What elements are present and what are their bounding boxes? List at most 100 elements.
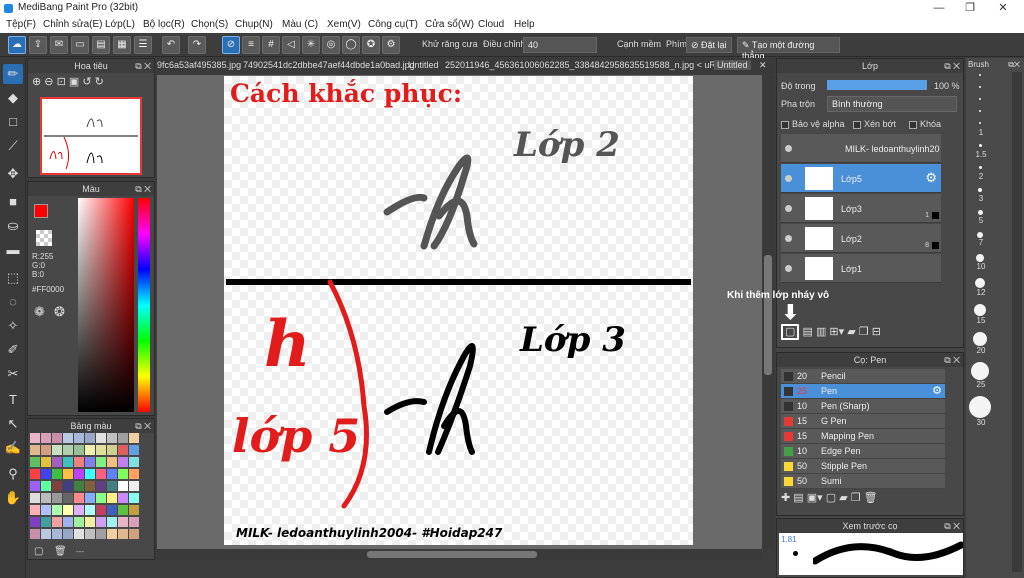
color-swatch[interactable] — [41, 469, 51, 479]
layer-row-milk[interactable]: MILK- ledoanthuylinh20 — [781, 134, 941, 163]
brush-size-dot[interactable] — [978, 188, 982, 192]
color-swatch[interactable] — [63, 481, 73, 491]
color-swatch[interactable] — [118, 445, 128, 455]
color-swatch[interactable] — [96, 457, 106, 467]
color-swatch[interactable] — [96, 493, 106, 503]
eye-icon[interactable] — [785, 205, 792, 212]
color-swatch[interactable] — [129, 517, 139, 527]
color-swatch[interactable] — [107, 493, 117, 503]
opacity-slider[interactable] — [827, 80, 927, 90]
duplicate-layer-icon[interactable]: ❐ — [859, 326, 869, 338]
color-swatch[interactable] — [129, 445, 139, 455]
brush-size-dot[interactable] — [976, 254, 984, 262]
color-swatch[interactable] — [96, 505, 106, 515]
color-swatch[interactable] — [96, 445, 106, 455]
fill-shape-icon[interactable]: ■ — [3, 192, 23, 212]
actual-size-icon[interactable]: ▣ — [69, 76, 79, 88]
perspective-snap-icon[interactable]: ◁ — [282, 36, 300, 54]
color-swatch[interactable] — [63, 517, 73, 527]
hue-slider[interactable] — [138, 198, 150, 412]
brush-folder-icon[interactable]: ▰ — [839, 492, 847, 504]
layer-row-lop1[interactable]: Lớp1 — [781, 254, 941, 283]
brush-size-dot[interactable] — [979, 86, 981, 88]
lasso-tool-icon[interactable]: ◌ — [3, 292, 23, 312]
color-swatch[interactable] — [118, 457, 128, 467]
menu-edit[interactable]: Chỉnh sửa(E) — [43, 19, 103, 30]
color-swatch[interactable] — [129, 505, 139, 515]
menu-help[interactable]: Help — [514, 19, 535, 30]
color-swatch[interactable] — [30, 505, 40, 515]
straight-line-button[interactable]: ✎ Tạo một đường thẳng — [737, 37, 840, 61]
eyedropper-icon[interactable]: ⚲ — [3, 464, 23, 484]
add-brush-icon[interactable]: ✚ — [781, 492, 790, 504]
menu-tools[interactable]: Công cụ(T) — [368, 19, 418, 30]
menu-cloud[interactable]: Cloud — [478, 19, 504, 30]
document-icon[interactable]: ▤ — [92, 36, 110, 54]
zoom-in-icon[interactable]: ⊕ — [32, 76, 41, 88]
color-swatch[interactable] — [74, 481, 84, 491]
primary-color-swatch[interactable] — [34, 204, 48, 218]
color-swatch[interactable] — [63, 529, 73, 539]
brush-tool-icon[interactable]: ✏ — [3, 64, 23, 84]
color-swatch[interactable] — [52, 457, 62, 467]
color-swatch[interactable] — [107, 445, 117, 455]
blur-tool-icon[interactable]: ✍ — [3, 438, 23, 458]
brush-size-dot[interactable] — [969, 396, 991, 418]
color-swatch[interactable] — [129, 493, 139, 503]
color-swatch[interactable] — [63, 505, 73, 515]
color-swatch[interactable] — [118, 481, 128, 491]
blend-select[interactable]: Bình thường — [827, 96, 957, 112]
color-swatch[interactable] — [74, 493, 84, 503]
brush-size-dot[interactable] — [974, 304, 986, 316]
color-swatch[interactable] — [41, 505, 51, 515]
select-eraser-icon[interactable]: ✂ — [3, 364, 23, 384]
color-swatch[interactable] — [96, 529, 106, 539]
color-swatch[interactable] — [52, 433, 62, 443]
brush-copy-icon[interactable]: ▢ — [826, 492, 836, 504]
text-tool-icon[interactable]: T — [3, 390, 23, 410]
trash-icon[interactable]: 🗑 — [54, 546, 67, 557]
menu-color[interactable]: Màu (C) — [282, 19, 318, 30]
color-swatch[interactable] — [41, 445, 51, 455]
brush-size-dot[interactable] — [979, 74, 981, 76]
brush-menu-icon[interactable]: ▣▾ — [807, 492, 823, 504]
menu-file[interactable]: Tệp(F) — [6, 19, 36, 30]
color-swatch[interactable] — [96, 469, 106, 479]
tab-doc-2[interactable]: 74902541dc2dbbe47aef44dbde1a0bad.jpg — [243, 60, 415, 70]
brush-row[interactable]: 50 Stipple Pen — [781, 459, 945, 474]
menu-filter[interactable]: Bộ lọc(R) — [143, 19, 185, 30]
color-swatch[interactable] — [118, 469, 128, 479]
color-swatch[interactable] — [74, 469, 84, 479]
color-swatch[interactable] — [74, 505, 84, 515]
menu-window[interactable]: Cửa sổ(W) — [425, 19, 474, 30]
layer-settings-gear-icon[interactable]: ⚙ — [925, 170, 937, 186]
color-swatch[interactable] — [52, 529, 62, 539]
comment-icon[interactable]: ✉ — [50, 36, 68, 54]
popout-icon[interactable]: ⧉ ✕ — [944, 353, 960, 367]
page-icon[interactable]: ▭ — [71, 36, 89, 54]
color-swatch[interactable] — [30, 481, 40, 491]
rotate-right-icon[interactable]: ↻ — [95, 76, 104, 88]
color-swatch[interactable] — [85, 517, 95, 527]
drawing-canvas[interactable]: Cách khắc phục: Lớp 2 h lớp 5 Lớp 3 MILK… — [224, 76, 693, 545]
folder-icon[interactable]: ▰ — [847, 326, 855, 338]
select-pen-icon[interactable]: ✐ — [3, 340, 23, 360]
new-swatch-icon[interactable]: ▢ — [34, 546, 43, 557]
color-swatch[interactable] — [118, 493, 128, 503]
protect-alpha-checkbox[interactable] — [781, 120, 789, 129]
popout-icon[interactable]: ⧉ ✕ — [135, 59, 151, 73]
tab-doc-5[interactable]: Untitled — [714, 60, 751, 70]
color-swatch[interactable] — [52, 469, 62, 479]
color-swatch[interactable] — [129, 469, 139, 479]
color-swatch[interactable] — [52, 493, 62, 503]
brush-row[interactable]: 25 Pen ⚙ — [781, 384, 945, 399]
minimize-button[interactable]: — — [924, 0, 954, 17]
brush-size-dot[interactable] — [979, 98, 981, 100]
brush-size-dot[interactable] — [978, 144, 982, 147]
color-swatch[interactable] — [74, 517, 84, 527]
color-swatch[interactable] — [41, 481, 51, 491]
popout-icon[interactable]: ⧉ ✕ — [944, 59, 960, 73]
color-swatch[interactable] — [118, 517, 128, 527]
vertical-scroll-thumb[interactable] — [764, 255, 772, 375]
curve-snap-icon[interactable]: ✪ — [362, 36, 380, 54]
